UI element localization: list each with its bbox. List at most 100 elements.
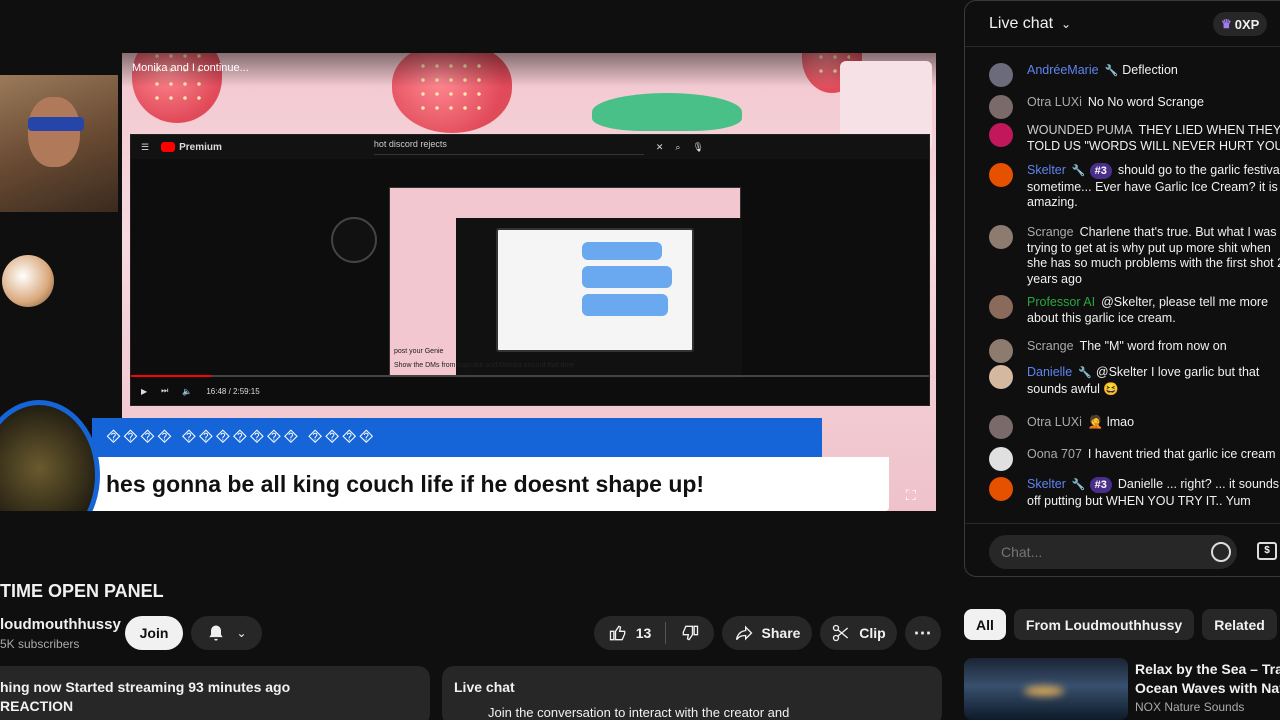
rank-badge: #3: [1089, 163, 1112, 179]
live-chat-panel: Live chat ⌄ ♛ 0XP AndréeMarie 🔧 Deflection…: [964, 0, 1280, 577]
like-button[interactable]: 13: [608, 623, 652, 643]
nested-yt-logo: Premium: [161, 142, 222, 153]
chat-avatar: [989, 63, 1013, 87]
emoji-icon[interactable]: [1211, 542, 1231, 562]
chat-avatar: [989, 365, 1013, 389]
wrench-icon: 🔧: [1071, 165, 1086, 177]
share-button[interactable]: Share: [722, 616, 812, 650]
clip-button[interactable]: Clip: [820, 616, 897, 650]
like-count: 13: [635, 625, 652, 641]
subscriber-count: 5K subscribers: [0, 637, 80, 651]
chat-message[interactable]: Oona 707 I havent tried that garlic ice c…: [989, 447, 1280, 471]
chat-avatar: [989, 95, 1013, 119]
chat-bubble: [582, 266, 672, 288]
related-channel[interactable]: NOX Nature Sounds: [1135, 700, 1244, 714]
chat-avatar: [989, 225, 1013, 249]
chat-message[interactable]: Skelter 🔧 #3 should go to the garlic festiv…: [989, 163, 1280, 211]
join-button[interactable]: Join: [125, 616, 183, 650]
yt-badge-icon: [161, 142, 176, 152]
alert-avatar: [0, 400, 100, 511]
chat-text: I havent tried that garlic ice cream: [1087, 447, 1276, 461]
nested-yt-topbar: ☰ Premium hot discord rejects ✕ ⌕ 🎙: [131, 135, 929, 159]
chat-author: Professor AI: [1027, 295, 1096, 309]
like-dislike-group: 13: [594, 616, 714, 650]
channel-name[interactable]: loudmouthhussy: [0, 616, 121, 633]
description-box[interactable]: hing now Started streaming 93 minutes ag…: [0, 666, 430, 720]
chat-message[interactable]: Otra LUXi 🤦 lmao: [989, 415, 1280, 439]
livechat-info-box: Live chat Join the conversation to inter…: [442, 666, 942, 720]
chat-author: Otra LUXi: [1027, 95, 1082, 109]
chat-author: Scrange: [1027, 225, 1074, 239]
chip-all[interactable]: All: [964, 609, 1006, 640]
xp-value: 0XP: [1234, 16, 1260, 32]
chip-from-channel[interactable]: From Loudmouthhussy: [1013, 609, 1195, 640]
cat-avatar: [2, 255, 54, 307]
more-actions-button[interactable]: ⋯: [905, 616, 941, 650]
chat-message[interactable]: AndréeMarie 🔧 Deflection: [989, 63, 1280, 87]
like-divider: [665, 622, 667, 644]
chat-avatar: [989, 163, 1013, 187]
chat-text: The "M" word from now on: [1079, 339, 1227, 353]
streamer-face: [28, 97, 80, 167]
wrench-icon: 🔧: [1078, 367, 1092, 379]
related-title-line: Relax by the Sea – Tranquil: [1135, 661, 1280, 677]
volume-icon: 🔈: [182, 386, 193, 396]
crown-icon: ♛: [1221, 17, 1232, 31]
chat-avatar: [989, 415, 1013, 439]
play-icon: ▶: [141, 386, 148, 396]
bell-icon: [209, 625, 224, 641]
mic-icon: 🎙: [692, 141, 704, 152]
alert-message: hes gonna be all king couch life if he d…: [92, 457, 889, 511]
share-icon: [735, 625, 752, 641]
chat-avatar: [989, 447, 1013, 471]
description-stream-info: hing now Started streaming 93 minutes ag…: [0, 679, 291, 695]
menu-icon: ☰: [141, 141, 150, 152]
description-text: REACTION: [0, 698, 74, 714]
chat-text: No No word Scrange: [1087, 95, 1204, 109]
chat-author: Skelter: [1027, 163, 1066, 177]
fullscreen-icon[interactable]: ⛶: [906, 487, 922, 503]
nested-brand-label: Premium: [179, 141, 222, 153]
related-video[interactable]: Relax by the Sea – Tranquil Ocean Waves …: [964, 658, 1280, 720]
chat-message[interactable]: Scrange Charlene that's true. But what I …: [989, 225, 1280, 287]
leaf-decoration: [592, 93, 742, 131]
chat-mode-label: Live chat: [989, 14, 1054, 32]
chat-message[interactable]: Danielle 🔧 @Skelter I love garlic but that…: [989, 365, 1280, 397]
inner-video-topbar: Monika and I continue...: [122, 53, 936, 87]
more-icon: ⋯: [913, 622, 933, 643]
chat-avatar: [989, 123, 1013, 147]
scissors-icon: [833, 624, 849, 642]
super-chat-icon[interactable]: $: [1257, 542, 1277, 560]
chat-author: Otra LUXi: [1027, 415, 1082, 429]
chat-input[interactable]: [989, 535, 1237, 569]
chat-author: WOUNDED PUMA: [1027, 123, 1133, 137]
wrench-icon: 🔧: [1071, 479, 1086, 491]
chat-message[interactable]: Skelter 🔧 #3 Danielle ... right? ... it sou…: [989, 477, 1280, 509]
nested-chat-line: Show the DMs from cupcake and Monika aro…: [394, 362, 575, 369]
thumbs-down-icon[interactable]: [680, 623, 700, 643]
chat-author: Danielle: [1027, 365, 1073, 379]
notification-button[interactable]: ⌄: [191, 616, 262, 650]
nested-time: 16:48 / 2:59:15: [206, 386, 260, 396]
nested-controls: ▶ ⏭ 🔈 16:48 / 2:59:15: [131, 377, 929, 405]
video-player[interactable]: Monika and I continue... ☰ Premium hot d…: [0, 53, 936, 511]
chat-author: AndréeMarie: [1027, 63, 1099, 77]
xp-badge[interactable]: ♛ 0XP: [1213, 12, 1268, 36]
discord-avatar: [331, 217, 377, 263]
chat-message[interactable]: WOUNDED PUMA THEY LIED WHEN THEY TOLD US …: [989, 123, 1280, 154]
chat-message[interactable]: Professor AI @Skelter, please tell me mor…: [989, 295, 1280, 326]
chat-author: Scrange: [1027, 339, 1074, 353]
next-icon: ⏭: [161, 386, 169, 395]
video-title: TIME OPEN PANEL: [0, 581, 164, 601]
nested-chat-line: post your Genie: [394, 348, 444, 355]
chat-avatar: [989, 295, 1013, 319]
related-thumbnail[interactable]: [964, 658, 1128, 720]
chat-message[interactable]: Otra LUXi No No word Scrange: [989, 95, 1280, 119]
chat-bubble: [582, 242, 662, 260]
related-title[interactable]: Relax by the Sea – Tranquil Ocean Waves …: [1135, 660, 1280, 698]
chat-message[interactable]: Scrange The "M" word from now on: [989, 339, 1280, 363]
chip-related[interactable]: Related: [1202, 609, 1277, 640]
chat-author: Oona 707: [1027, 447, 1082, 461]
nested-search: hot discord rejects: [373, 139, 644, 155]
clip-label: Clip: [859, 625, 886, 641]
